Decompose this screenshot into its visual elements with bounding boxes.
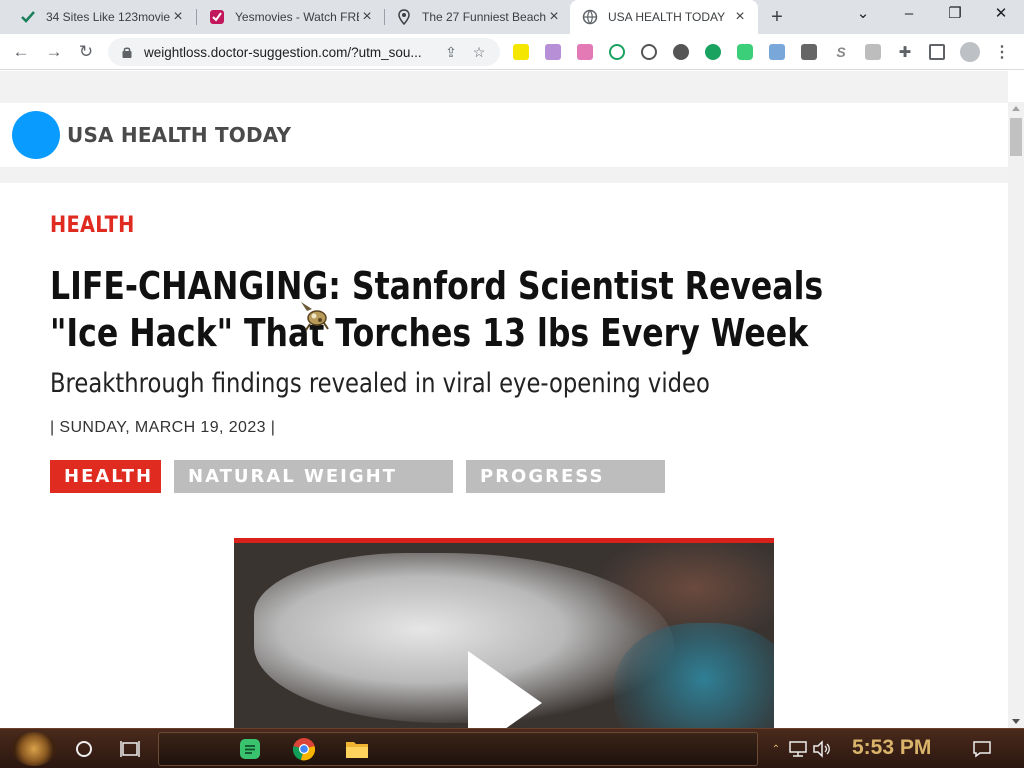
chrome-icon[interactable] (292, 737, 316, 761)
extension-icon[interactable] (737, 44, 753, 60)
map-pin-icon (396, 9, 412, 25)
globe-icon (582, 9, 598, 25)
extension-icon[interactable] (705, 44, 721, 60)
close-icon[interactable]: × (732, 9, 748, 25)
taskbar-clock[interactable]: 5:53 PM (852, 736, 931, 760)
restore-icon[interactable]: ❐ (932, 0, 978, 30)
tab-title: USA HEALTH TODAY (608, 10, 726, 24)
extension-icon[interactable] (513, 44, 529, 60)
article-subheadline: Breakthrough findings revealed in viral … (50, 368, 710, 399)
article-category[interactable]: HEALTH (50, 213, 135, 238)
extension-icon[interactable] (673, 44, 689, 60)
task-view-icon[interactable] (118, 737, 142, 761)
tag-progress-pics[interactable]: PROGRESS PICS (466, 460, 665, 520)
logo-circle-icon[interactable] (12, 111, 60, 159)
notes-app-icon[interactable] (238, 737, 262, 761)
page-scrollbar[interactable] (1008, 102, 1024, 728)
menu-icon[interactable]: ⋮ (994, 44, 1010, 61)
network-icon[interactable] (786, 737, 810, 761)
checkmark-icon (20, 9, 36, 25)
close-window-icon[interactable]: ✕ (978, 0, 1024, 30)
video-player[interactable] (234, 538, 774, 728)
tab-title: The 27 Funniest Beach (422, 10, 546, 24)
profile-icon[interactable] (960, 42, 980, 62)
search-circle-icon[interactable] (72, 737, 96, 761)
reload-icon[interactable]: ↻ (74, 40, 98, 64)
back-icon[interactable]: ← (9, 40, 33, 64)
extension-icon[interactable] (769, 44, 785, 60)
tab-title: Yesmovies - Watch FRE (235, 10, 359, 24)
extension-icon[interactable] (609, 44, 625, 60)
star-icon[interactable]: ☆ (468, 44, 490, 61)
lock-icon[interactable] (120, 45, 134, 59)
volume-icon[interactable] (810, 737, 834, 761)
file-explorer-icon[interactable] (345, 737, 369, 761)
minimize-icon[interactable]: – (886, 0, 932, 30)
extension-icon[interactable] (865, 44, 881, 60)
extension-icon[interactable] (577, 44, 593, 60)
browser-tab[interactable]: 34 Sites Like 123movies × (8, 0, 196, 34)
scroll-down-icon[interactable] (1012, 719, 1020, 724)
browser-tab-strip: 34 Sites Like 123movies × Yesmovies - Wa… (0, 0, 1024, 34)
browser-tab-active[interactable]: USA HEALTH TODAY × (570, 0, 758, 34)
chevron-down-icon[interactable]: ⌄ (840, 0, 886, 30)
new-tab-button[interactable]: + (766, 6, 788, 28)
extension-icon[interactable] (641, 44, 657, 60)
forward-icon[interactable]: → (42, 40, 66, 64)
extension-icon[interactable]: S (833, 44, 849, 60)
site-header: USA HEALTH TODAY (0, 103, 1008, 167)
browser-tab[interactable]: Yesmovies - Watch FRE × (197, 0, 385, 34)
site-logo[interactable]: USA HEALTH TODAY (67, 123, 291, 147)
cursor-icon (301, 302, 329, 331)
share-icon[interactable]: ⇪ (440, 44, 462, 61)
article-headline: LIFE-CHANGING: Stanford Scientist Reveal… (50, 264, 824, 355)
notification-icon[interactable] (970, 737, 994, 761)
close-icon[interactable]: × (359, 9, 375, 25)
tag-natural-weight-loss[interactable]: NATURAL WEIGHT LOSS (174, 460, 453, 520)
yesmovies-icon (209, 9, 225, 25)
tag-health[interactable]: HEALTH (50, 460, 161, 493)
sidepanel-icon[interactable] (929, 44, 945, 60)
page-viewport: USA HEALTH TODAY HEALTH LIFE-CHANGING: S… (0, 71, 1008, 728)
scrollbar-thumb[interactable] (1010, 118, 1022, 156)
article: HEALTH LIFE-CHANGING: Stanford Scientist… (0, 183, 1008, 728)
close-icon[interactable]: × (546, 9, 562, 25)
browser-tab[interactable]: The 27 Funniest Beach × (384, 0, 572, 34)
chevron-up-icon[interactable]: ⌃ (764, 737, 788, 761)
puzzle-icon[interactable]: ✚ (897, 44, 913, 61)
start-button[interactable] (12, 732, 56, 766)
extension-icon[interactable] (545, 44, 561, 60)
scroll-up-icon[interactable] (1012, 106, 1020, 111)
extension-icon[interactable] (801, 44, 817, 60)
close-icon[interactable]: × (170, 9, 186, 25)
url-text[interactable]: weightloss.doctor-suggestion.com/?utm_so… (144, 45, 434, 60)
taskbar: ⌃ 5:53 PM (0, 728, 1024, 768)
tab-title: 34 Sites Like 123movies (46, 10, 170, 24)
article-date: | SUNDAY, MARCH 19, 2023 | (50, 419, 276, 436)
browser-toolbar: ← → ↻ weightloss.doctor-suggestion.com/?… (0, 34, 1024, 70)
address-bar[interactable]: weightloss.doctor-suggestion.com/?utm_so… (108, 38, 500, 66)
play-icon[interactable] (468, 651, 542, 728)
